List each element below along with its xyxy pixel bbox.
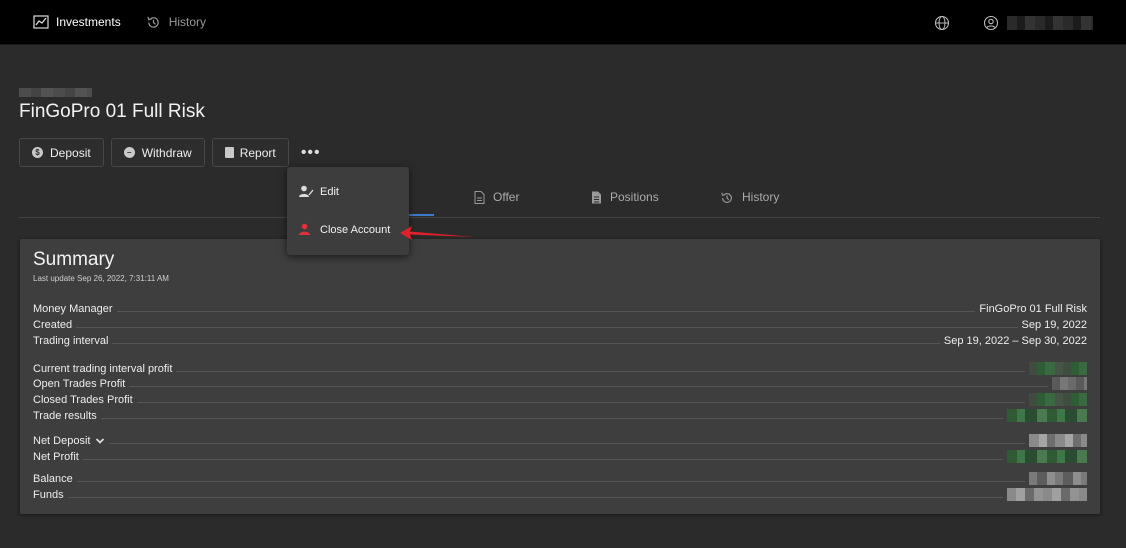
deposit-button[interactable]: $ Deposit bbox=[19, 138, 104, 167]
tab-history[interactable]: History bbox=[720, 190, 779, 204]
tab-positions[interactable]: Positions bbox=[591, 190, 659, 204]
deposit-label: Deposit bbox=[50, 145, 91, 160]
summary-row: Net Profit bbox=[33, 449, 1087, 463]
report-label: Report bbox=[239, 145, 276, 160]
row-value: Sep 19, 2022 – Sep 30, 2022 bbox=[943, 335, 1087, 347]
tab-offer[interactable]: Offer bbox=[474, 190, 519, 204]
row-leader bbox=[100, 418, 1003, 419]
redacted-value bbox=[1007, 488, 1087, 501]
row-label: Money Manager bbox=[33, 303, 113, 315]
summary-row: Net Deposit bbox=[33, 433, 1087, 447]
summary-row: Open Trades Profit bbox=[33, 376, 1087, 390]
minus-circle-icon: – bbox=[123, 147, 135, 158]
summary-card: Summary Last update Sep 26, 2022, 7:31:1… bbox=[20, 239, 1100, 514]
last-update-text: Last update Sep 26, 2022, 7:31:11 AM bbox=[33, 274, 169, 283]
account-number-redacted bbox=[19, 88, 92, 97]
row-leader bbox=[76, 481, 1025, 482]
nav-investments[interactable]: Investments bbox=[33, 14, 121, 30]
menu-item-edit[interactable]: Edit bbox=[299, 185, 339, 198]
row-leader bbox=[67, 497, 1003, 498]
row-leader bbox=[176, 371, 1025, 372]
row-label: Net Deposit bbox=[33, 435, 109, 447]
redacted-value bbox=[1007, 450, 1087, 463]
row-leader bbox=[116, 311, 976, 312]
chart-line-icon bbox=[33, 14, 49, 30]
menu-item-edit-label: Edit bbox=[320, 185, 339, 198]
summary-row: Money Manager FinGoPro 01 Full Risk bbox=[33, 301, 1087, 315]
menu-item-close-account[interactable]: Close Account bbox=[299, 223, 390, 236]
nav-investments-label: Investments bbox=[56, 15, 121, 29]
tab-positions-label: Positions bbox=[610, 190, 659, 204]
withdraw-button[interactable]: – Withdraw bbox=[110, 138, 205, 167]
active-tab-indicator bbox=[405, 214, 434, 216]
row-value: Sep 19, 2022 bbox=[1021, 319, 1087, 331]
net-deposit-label: Net Deposit bbox=[33, 435, 91, 447]
redacted-value bbox=[1007, 409, 1087, 422]
row-leader bbox=[76, 327, 1018, 328]
summary-row: Balance bbox=[33, 471, 1087, 485]
redacted-value bbox=[1029, 362, 1087, 375]
chevron-down-icon[interactable] bbox=[95, 436, 105, 446]
row-value: FinGoPro 01 Full Risk bbox=[979, 303, 1087, 315]
report-button[interactable]: Report bbox=[211, 138, 289, 167]
user-name-redacted[interactable] bbox=[1007, 15, 1093, 30]
menu-item-close-account-label: Close Account bbox=[320, 223, 391, 236]
user-remove-icon bbox=[299, 223, 314, 236]
tab-history-label: History bbox=[742, 190, 780, 204]
summary-row: Closed Trades Profit bbox=[33, 392, 1087, 406]
withdraw-label: Withdraw bbox=[141, 145, 192, 160]
row-label: Created bbox=[33, 319, 73, 331]
page-title: FinGoPro 01 Full Risk bbox=[19, 101, 205, 122]
more-options-button[interactable]: ••• bbox=[296, 138, 326, 167]
row-label: Net Profit bbox=[33, 451, 79, 463]
row-label: Open Trades Profit bbox=[33, 378, 126, 390]
globe-icon[interactable] bbox=[934, 15, 950, 31]
user-edit-icon bbox=[299, 185, 314, 198]
summary-row: Created Sep 19, 2022 bbox=[33, 317, 1087, 331]
row-label: Balance bbox=[33, 473, 73, 485]
document-icon bbox=[474, 190, 485, 204]
user-circle-icon[interactable] bbox=[983, 15, 999, 31]
summary-row: Trading interval Sep 19, 2022 – Sep 30, … bbox=[33, 333, 1087, 347]
row-label: Current trading interval profit bbox=[33, 363, 173, 375]
action-toolbar: $ Deposit – Withdraw Report ••• bbox=[19, 138, 326, 167]
redacted-value bbox=[1029, 393, 1087, 406]
annotation-arrow bbox=[400, 226, 474, 240]
row-leader bbox=[129, 386, 1048, 387]
summary-row: Funds bbox=[33, 487, 1087, 501]
history-icon bbox=[720, 191, 734, 204]
summary-title: Summary bbox=[33, 249, 115, 270]
row-leader bbox=[112, 343, 940, 344]
list-document-icon bbox=[591, 191, 602, 204]
redacted-value bbox=[1052, 377, 1087, 390]
row-label: Closed Trades Profit bbox=[33, 394, 133, 406]
row-label: Trading interval bbox=[33, 335, 109, 347]
dollar-icon: $ bbox=[32, 147, 43, 158]
tab-offer-label: Offer bbox=[493, 190, 520, 204]
redacted-value bbox=[1029, 434, 1087, 447]
row-leader bbox=[109, 443, 1025, 444]
summary-row: Trade results bbox=[33, 408, 1087, 422]
tabs-divider bbox=[19, 217, 1100, 218]
more-options-menu: Edit Close Account bbox=[287, 167, 409, 255]
top-bar: Investments History bbox=[0, 0, 1126, 45]
summary-row: Current trading interval profit bbox=[33, 361, 1087, 375]
row-leader bbox=[136, 402, 1025, 403]
row-label: Trade results bbox=[33, 410, 97, 422]
nav-history[interactable]: History bbox=[146, 14, 206, 30]
history-icon bbox=[146, 14, 162, 30]
redacted-value bbox=[1029, 472, 1087, 485]
nav-history-label: History bbox=[168, 15, 207, 29]
row-leader bbox=[82, 459, 1003, 460]
row-label: Funds bbox=[33, 489, 64, 501]
report-icon bbox=[224, 147, 234, 158]
